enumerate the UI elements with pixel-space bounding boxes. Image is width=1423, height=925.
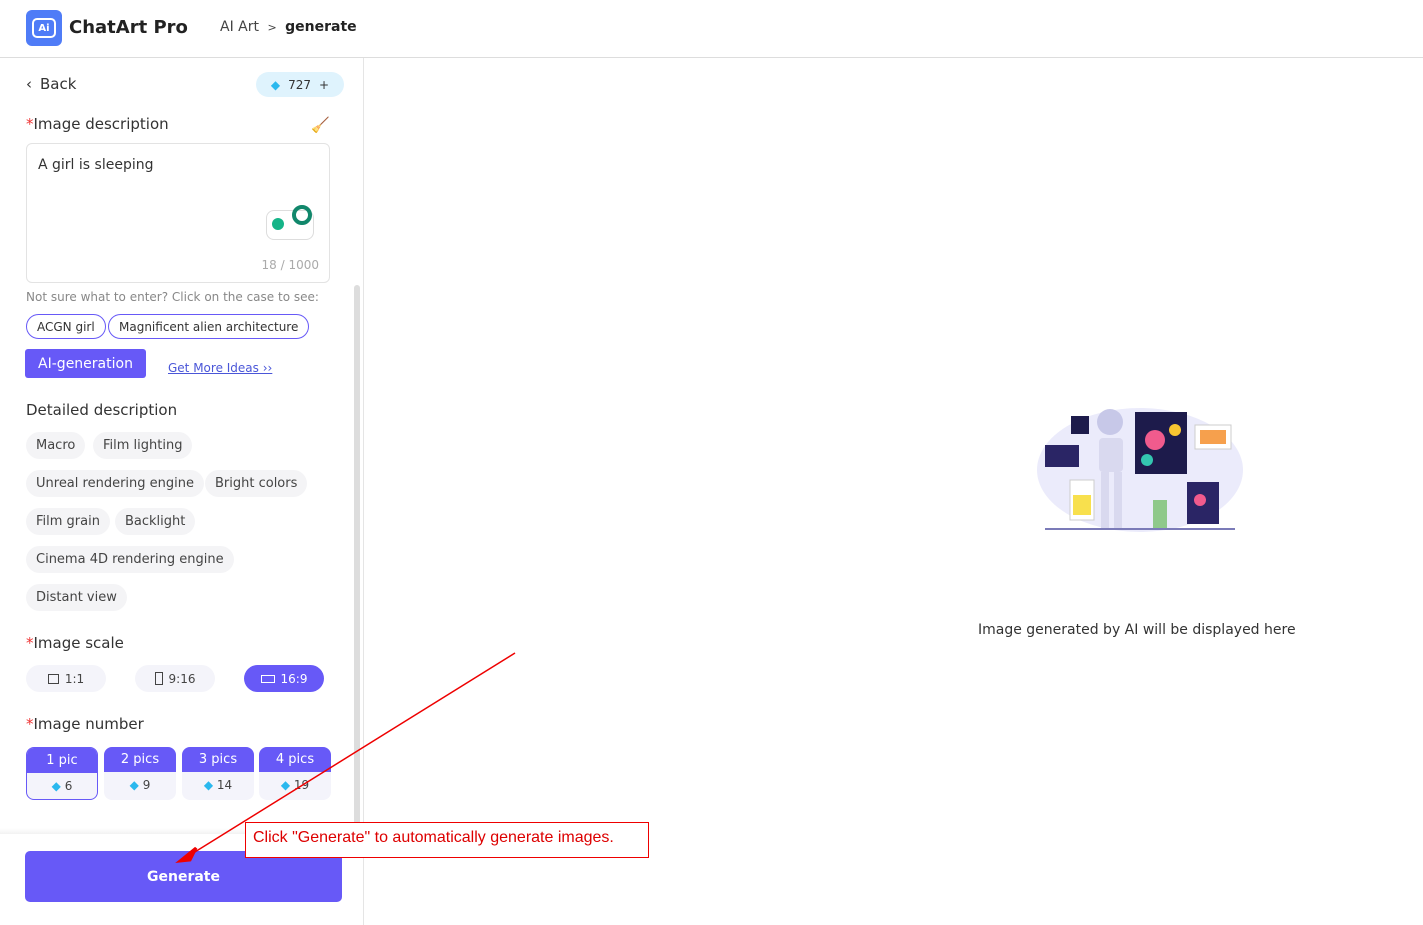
gem-balance[interactable]: ◆ 727 + [256,72,344,97]
app-logo: Ai [26,10,62,46]
robot-painter-illustration [1037,408,1243,532]
diamond-icon: ◆ [280,778,291,792]
image-scale-label: *Image scale [26,634,124,652]
empty-state-text: Image generated by AI will be displayed … [978,622,1296,638]
settings-panel: ‹ Back ◆ 727 + *Image description 🧹 A girl … [0,58,364,925]
tag-distant-view[interactable]: Distant view [26,584,127,611]
ai-generation-button[interactable]: AI-generation [25,349,146,378]
scale-1-1[interactable]: 1:1 [26,665,106,692]
back-button[interactable]: ‹ Back [26,75,76,93]
diamond-icon: ◆ [203,778,214,792]
add-gems-button[interactable]: + [319,78,329,92]
number-4-pics[interactable]: 4 pics ◆ 19 [259,747,331,800]
number-1-pic[interactable]: 1 pic ◆ 6 [26,747,98,800]
diamond-icon: ◆ [51,779,61,793]
case-alien-architecture[interactable]: Magnificent alien architecture [108,314,310,339]
panel-scrollbar[interactable] [354,285,360,830]
generate-button[interactable]: Generate [25,851,342,902]
case-acgn-girl[interactable]: ACGN girl [26,314,106,339]
brand-name: ChatArt Pro [69,17,188,38]
detailed-description-label: Detailed description [26,401,178,419]
diamond-icon: ◆ [129,778,139,792]
lightbulb-icon [272,218,284,230]
breadcrumb-parent[interactable]: AI Art [220,19,259,35]
grammarly-icon [292,205,312,225]
breadcrumb: AI Art > generate [220,19,357,35]
breadcrumb-current: generate [285,19,357,35]
hint-text: Not sure what to enter? Click on the cas… [26,290,319,304]
scale-9-16[interactable]: 9:16 [135,665,215,692]
number-2-pics[interactable]: 2 pics ◆ 9 [104,747,176,800]
grammarly-widget[interactable] [266,205,314,240]
annotation-callout: Click "Generate" to automatically genera… [245,822,649,858]
number-3-pics[interactable]: 3 pics ◆ 14 [182,747,254,800]
tag-film-grain[interactable]: Film grain [26,508,110,535]
image-description-input[interactable]: A girl is sleeping 18 / 1000 [26,143,330,283]
portrait-icon [154,672,163,685]
char-counter: 18 / 1000 [261,258,319,272]
tag-unreal-engine[interactable]: Unreal rendering engine [26,470,204,497]
image-number-label: *Image number [26,715,144,733]
tag-backlight[interactable]: Backlight [115,508,196,535]
scale-16-9[interactable]: 16:9 [244,665,324,692]
landscape-icon [260,674,275,683]
square-icon [47,673,59,684]
tag-film-lighting[interactable]: Film lighting [93,432,193,459]
header: Ai ChatArt Pro AI Art > generate [0,0,1423,58]
get-more-ideas-link[interactable]: Get More Ideas ›› [168,361,272,375]
diamond-icon: ◆ [270,77,281,92]
image-description-label: *Image description [26,115,169,133]
tag-bright-colors[interactable]: Bright colors [205,470,308,497]
chevron-left-icon: ‹ [26,75,32,93]
tag-cinema-4d[interactable]: Cinema 4D rendering engine [26,546,234,573]
tag-macro[interactable]: Macro [26,432,86,459]
clear-brush-icon[interactable]: 🧹 [311,116,330,134]
